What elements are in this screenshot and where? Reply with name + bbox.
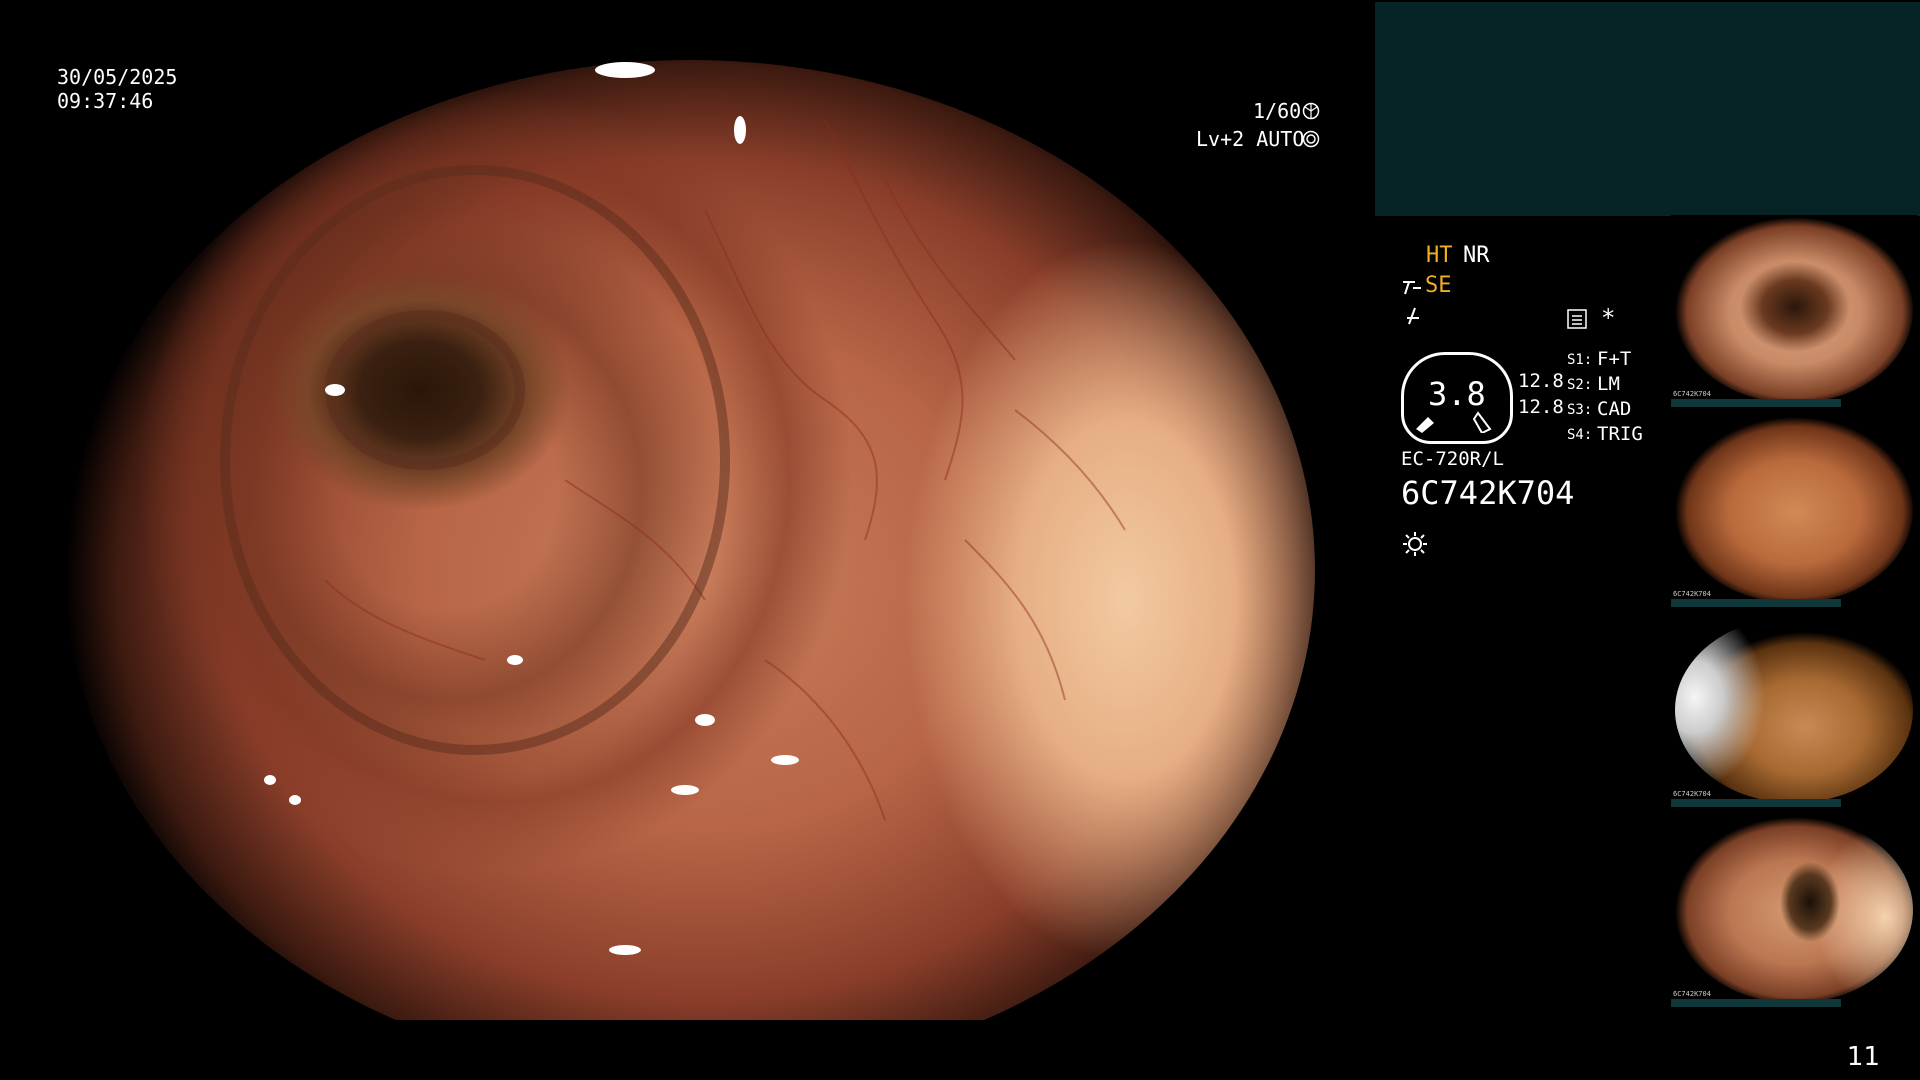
captured-thumbnail[interactable]: 6C742K704 — [1671, 415, 1917, 607]
thumbnail-caption: 6C742K704 — [1673, 390, 1711, 398]
switch-4-key: S4: — [1567, 427, 1593, 443]
switch-1-key: S1: — [1567, 352, 1593, 368]
asterisk-indicator: * — [1601, 304, 1616, 332]
aperture-icon — [1302, 102, 1320, 120]
thumbnail-caption: 6C742K704 — [1673, 990, 1711, 998]
light-source-icon — [1403, 532, 1427, 556]
record-icon — [1567, 309, 1587, 329]
thumbnail-caption: 6C742K704 — [1673, 590, 1711, 598]
gauge-marker-left-icon — [1416, 417, 1434, 433]
gauge-value: 3.8 — [1428, 375, 1486, 413]
zoom-value-top: 12.8 — [1518, 370, 1564, 392]
structure-enhance-icon — [1403, 281, 1421, 295]
captured-thumbnail[interactable]: 6C742K704 — [1671, 615, 1917, 807]
nr-indicator: NR — [1463, 243, 1490, 268]
exam-time: 09:37:46 — [57, 89, 154, 113]
switch-2-value: LM — [1597, 373, 1620, 395]
scope-serial: 6C742K704 — [1401, 474, 1575, 512]
ht-indicator: HT — [1426, 243, 1453, 268]
scope-status-panel: HT NR SE * 3.8 12.8 12.8 S1: F+T S2: LM … — [1395, 240, 1665, 580]
se-indicator: SE — [1425, 273, 1452, 298]
zoom-value-bottom: 12.8 — [1518, 396, 1564, 418]
brightness-level: Lv+2 AUTO — [1196, 127, 1305, 151]
switch-3-key: S3: — [1567, 402, 1593, 418]
endoscopy-main-view — [65, 60, 1315, 1020]
patient-info-panel — [1375, 2, 1920, 216]
auto-iris-icon — [1302, 130, 1320, 148]
captured-thumbnail[interactable]: 6C742K704 — [1671, 815, 1917, 1007]
thumbnail-caption: 6C742K704 — [1673, 790, 1711, 798]
scope-model: EC-720R/L — [1401, 448, 1504, 470]
mucosa-vessel-pattern — [220, 62, 1126, 955]
magnification-gauge: 3.8 — [1401, 352, 1513, 444]
switch-1-value: F+T — [1597, 348, 1632, 370]
switch-3-value: CAD — [1597, 398, 1632, 420]
shutter-speed: 1/60 — [1253, 99, 1302, 123]
switch-4-value: TRIG — [1597, 423, 1643, 445]
captured-thumbnail[interactable]: 6C742K704 — [1671, 215, 1917, 407]
page-number: 11 — [1846, 1042, 1880, 1072]
exam-date: 30/05/2025 — [57, 65, 178, 89]
color-mode-icon — [1407, 307, 1419, 325]
gauge-marker-right-icon — [1472, 411, 1492, 433]
switch-2-key: S2: — [1567, 377, 1593, 393]
